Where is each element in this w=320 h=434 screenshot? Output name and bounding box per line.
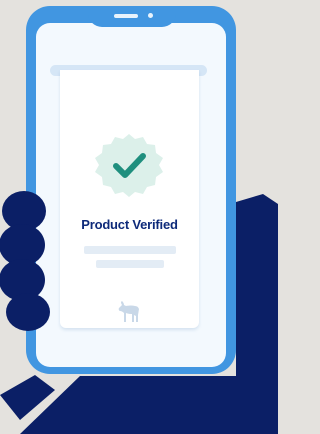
hand-fingers-illustration: [0, 191, 55, 420]
illustration-scene: Product Verified: [0, 0, 278, 434]
